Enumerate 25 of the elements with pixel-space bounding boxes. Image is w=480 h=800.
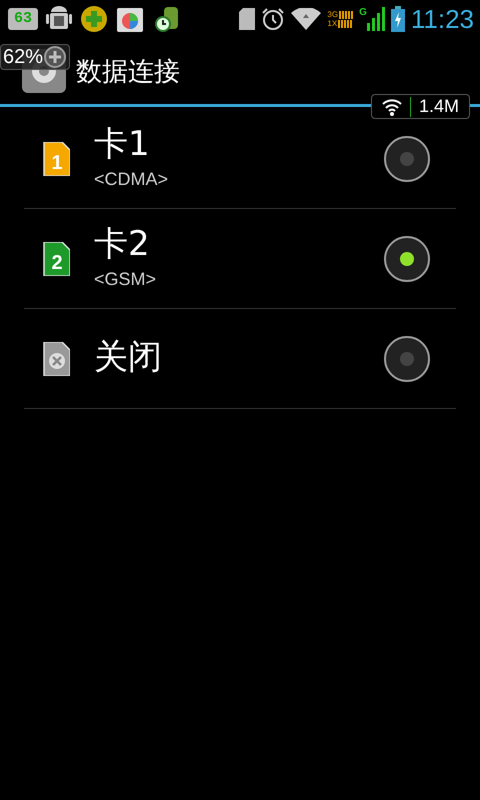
- page-title: 数据连接: [76, 56, 180, 88]
- radio-button[interactable]: [384, 136, 430, 182]
- sim-off-icon: [42, 342, 70, 376]
- plus-circle-icon[interactable]: [80, 5, 108, 33]
- option-title: 卡1: [94, 123, 151, 165]
- net-speed-widget: 1.4M: [370, 94, 470, 119]
- option-row[interactable]: 2 卡2 <GSM>: [24, 209, 456, 309]
- radio-button[interactable]: [384, 336, 430, 382]
- option-subtitle: <CDMA>: [94, 169, 170, 190]
- sim-card-icon: 1: [42, 142, 70, 176]
- battery-charging-icon: [390, 6, 405, 32]
- sim-card-icon: 2: [42, 242, 70, 276]
- radio-button[interactable]: [384, 236, 430, 282]
- wifi-icon: [382, 98, 402, 116]
- memory-widget[interactable]: 62%: [0, 44, 70, 70]
- option-row[interactable]: 关闭: [24, 309, 456, 409]
- option-title: 关闭: [94, 336, 163, 378]
- clock-time: 11:23: [410, 4, 474, 34]
- sd-card-icon: [239, 8, 256, 30]
- wifi-icon: [291, 8, 322, 30]
- app-store-icon[interactable]: [116, 5, 144, 33]
- option-title: 卡2: [94, 223, 151, 265]
- alarm-clock-icon: [261, 7, 286, 31]
- option-subtitle: <GSM>: [94, 269, 158, 290]
- plus-icon[interactable]: [43, 45, 68, 69]
